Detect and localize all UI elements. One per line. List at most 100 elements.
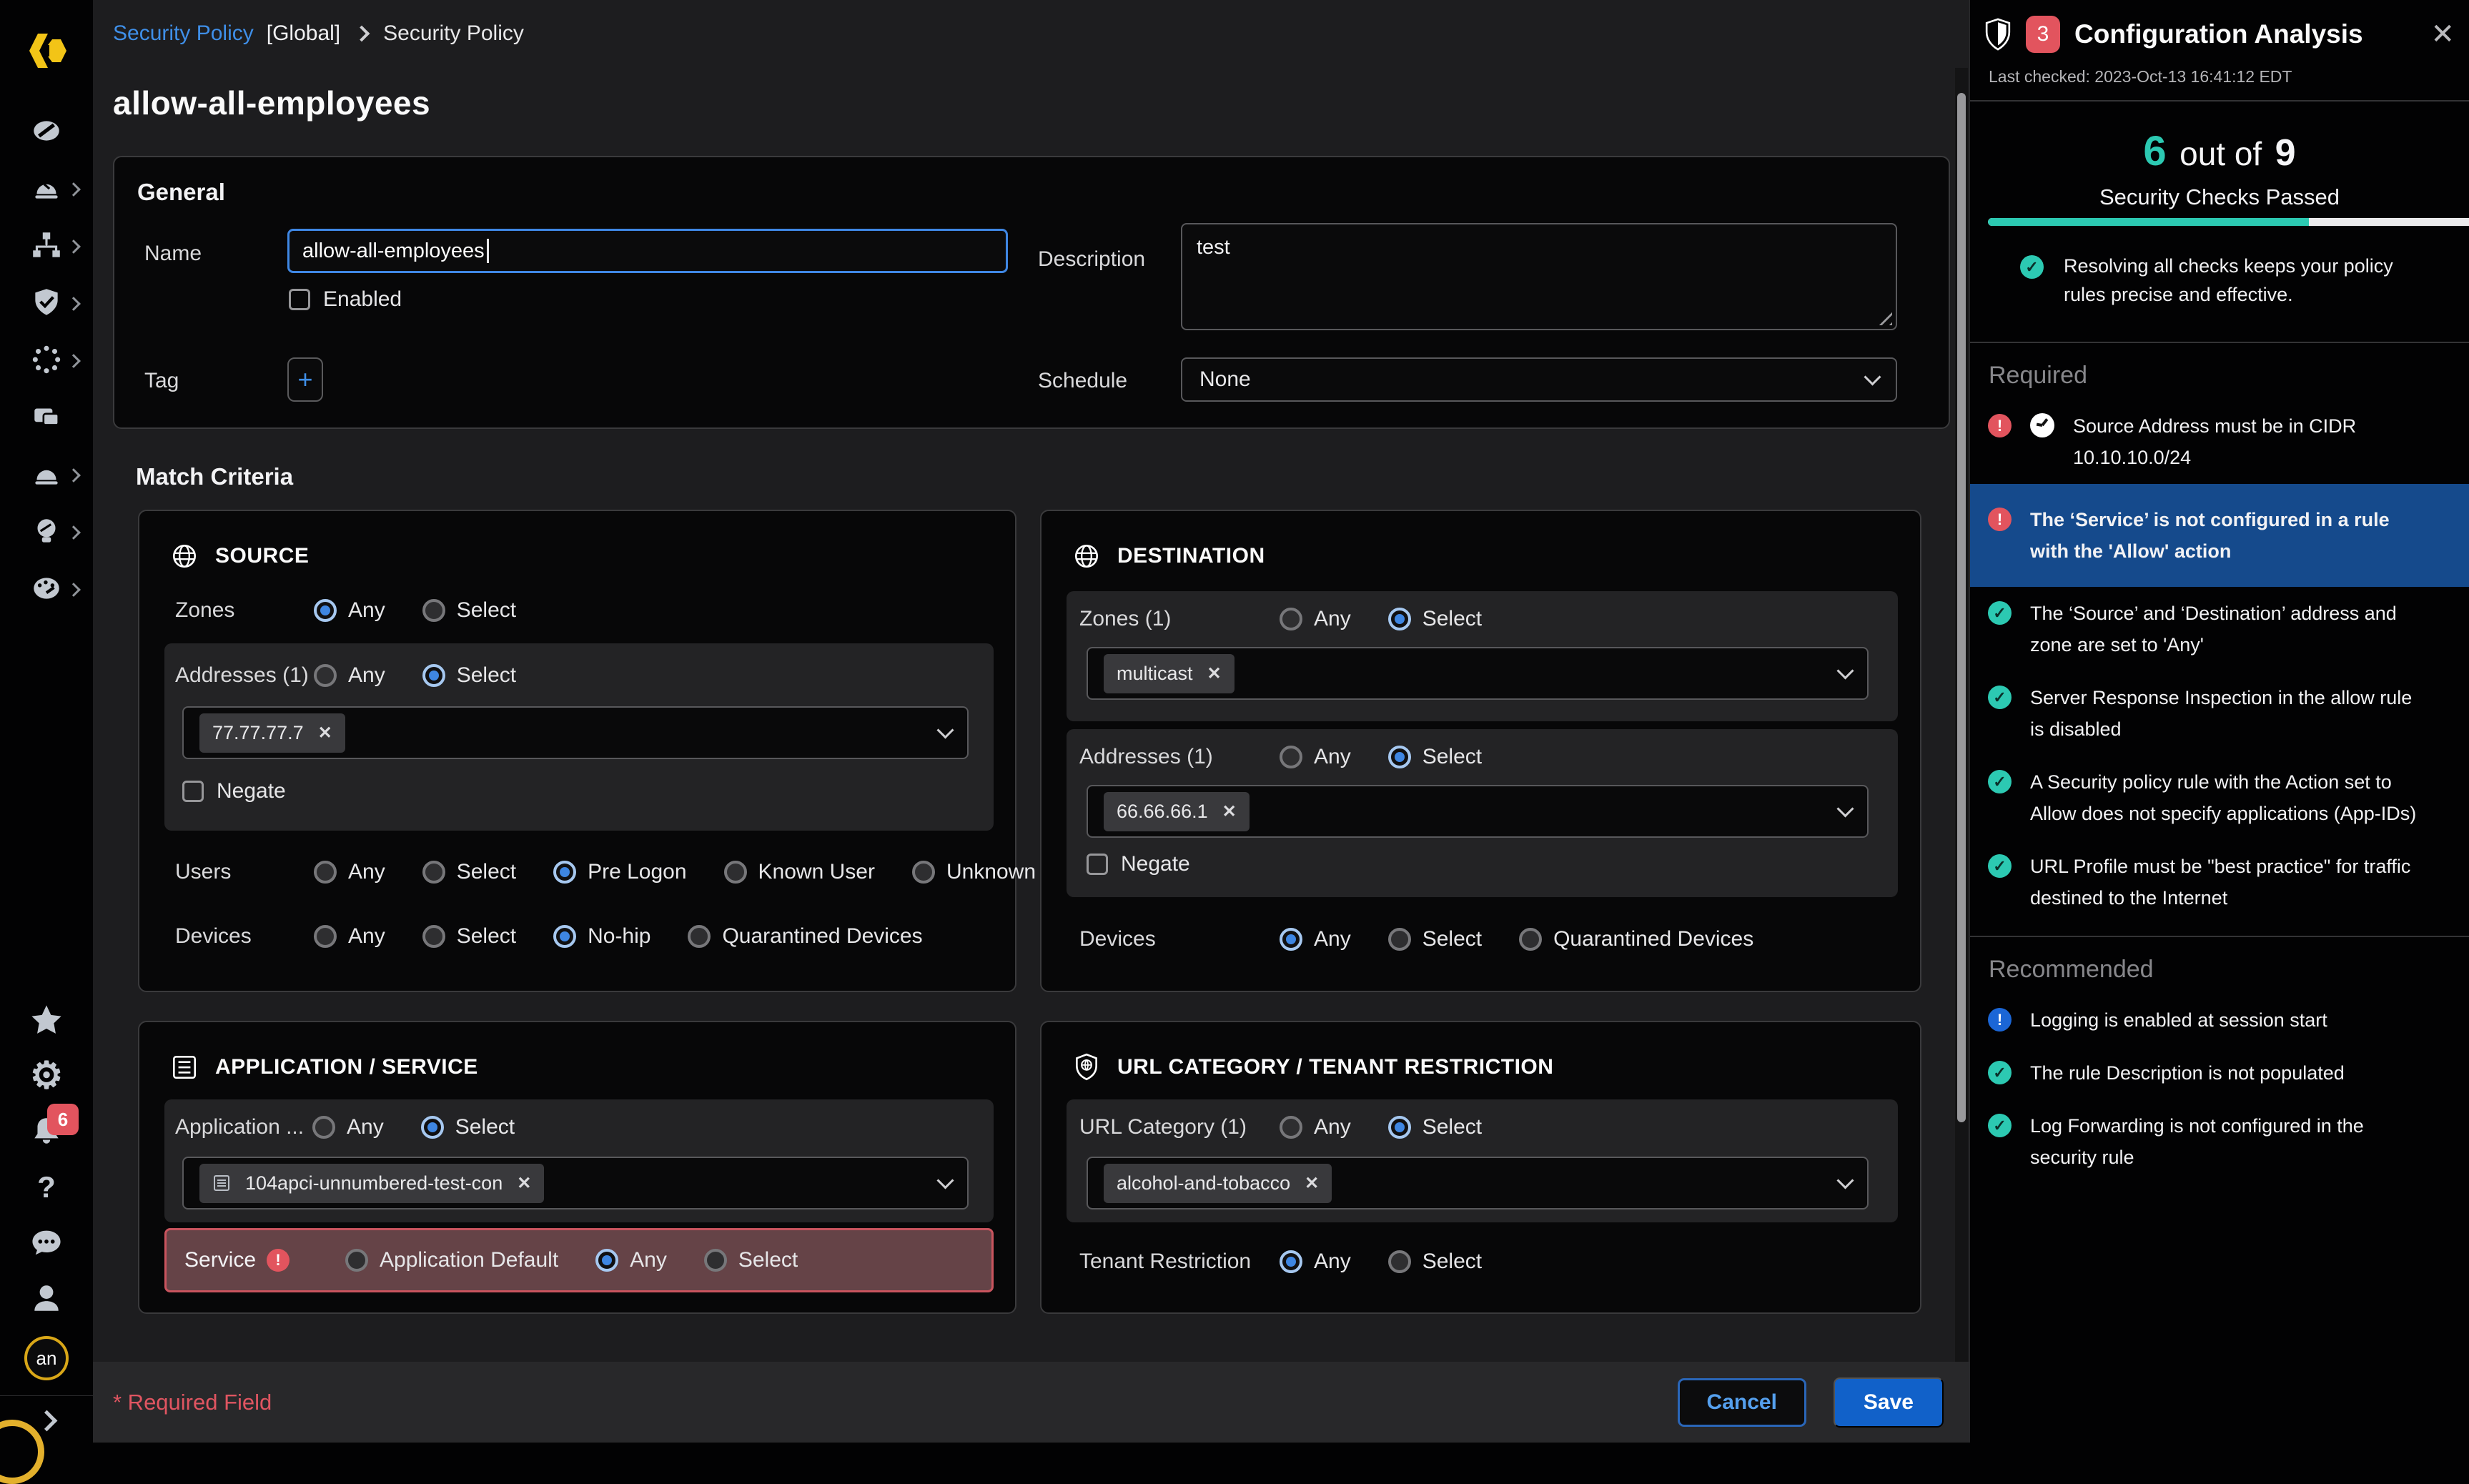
service-option-any[interactable]: Any bbox=[595, 1248, 667, 1272]
check-item-selected[interactable]: The ‘Service’ is not configured in a rul… bbox=[1970, 484, 2469, 587]
zone-chip[interactable]: multicast bbox=[1104, 654, 1234, 693]
destination-addresses-option-select[interactable]: Select bbox=[1388, 745, 1482, 769]
issue-count-badge: 3 bbox=[2026, 16, 2060, 53]
sidebar-item-dashboard[interactable] bbox=[0, 113, 93, 149]
sidebar-item-user[interactable] bbox=[0, 1280, 93, 1318]
status-icon bbox=[1988, 770, 2012, 793]
source-devices-option-quarantined[interactable]: Quarantined Devices bbox=[688, 924, 922, 949]
source-negate-row[interactable]: Negate bbox=[182, 779, 286, 803]
sidebar-item-security[interactable] bbox=[0, 285, 93, 320]
application-chip[interactable]: 104apci-unnumbered-test-con bbox=[199, 1164, 544, 1203]
destination-devices-option-select[interactable]: Select bbox=[1388, 927, 1482, 951]
cancel-button[interactable]: Cancel bbox=[1678, 1378, 1806, 1427]
url-category-combobox[interactable]: alcohol-and-tobacco bbox=[1087, 1157, 1869, 1210]
sidebar-item-chat[interactable] bbox=[0, 1224, 93, 1262]
close-icon[interactable]: ✕ bbox=[2430, 20, 2455, 49]
source-zones-option-any[interactable]: Any bbox=[314, 598, 385, 623]
source-addresses-combobox[interactable]: 77.77.77.7 bbox=[182, 706, 969, 759]
main-scrollbar[interactable] bbox=[1955, 68, 1968, 1362]
check-item[interactable]: Server Response Inspection in the allow … bbox=[1970, 671, 2469, 756]
sidebar-item-network[interactable] bbox=[0, 227, 93, 263]
application-option-select[interactable]: Select bbox=[421, 1115, 515, 1139]
sidebar-item-reports[interactable] bbox=[0, 570, 93, 606]
sidebar-item-favorites[interactable] bbox=[0, 1001, 93, 1039]
sidebar-item-panels[interactable] bbox=[0, 399, 93, 435]
remove-chip-icon[interactable] bbox=[1222, 801, 1237, 822]
check-item[interactable]: Log Forwarding is not configured in the … bbox=[1970, 1099, 2469, 1184]
scrollbar-thumb[interactable] bbox=[1957, 93, 1966, 1122]
sidebar-item-help[interactable]: ? bbox=[0, 1168, 93, 1207]
description-textarea[interactable]: test bbox=[1181, 223, 1897, 330]
application-subpanel: Application ... Any Select 104apci-unnum… bbox=[164, 1099, 994, 1222]
radio-icon bbox=[1280, 608, 1302, 630]
users-label: Users bbox=[175, 860, 314, 884]
check-item[interactable]: Logging is enabled at session start bbox=[1970, 994, 2469, 1047]
tenant-option-any[interactable]: Any bbox=[1280, 1250, 1351, 1274]
destination-zones-option-any[interactable]: Any bbox=[1280, 607, 1351, 631]
remove-chip-icon[interactable] bbox=[517, 1173, 531, 1194]
shield-icon bbox=[1984, 17, 2012, 51]
check-item[interactable]: URL Profile must be "best practice" for … bbox=[1970, 840, 2469, 924]
sidebar-item-notifications[interactable]: 6 bbox=[0, 1112, 93, 1151]
status-icon bbox=[1988, 1114, 2012, 1137]
source-devices-option-any[interactable]: Any bbox=[314, 924, 385, 949]
save-button[interactable]: Save bbox=[1834, 1377, 1944, 1428]
source-users-option-unknown[interactable]: Unknown bbox=[912, 860, 1036, 884]
source-addresses-option-any[interactable]: Any bbox=[314, 663, 385, 688]
negate-checkbox[interactable] bbox=[182, 781, 204, 802]
source-addresses-option-select[interactable]: Select bbox=[422, 663, 516, 688]
sidebar-item-objects[interactable] bbox=[0, 342, 93, 377]
tenant-option-select[interactable]: Select bbox=[1388, 1250, 1482, 1274]
name-input[interactable]: allow-all-employees bbox=[287, 229, 1008, 273]
url-category-option-any[interactable]: Any bbox=[1280, 1115, 1351, 1139]
source-devices-option-no-hip[interactable]: No-hip bbox=[553, 924, 650, 949]
app-logo[interactable] bbox=[0, 26, 93, 76]
source-zones-option-select[interactable]: Select bbox=[422, 598, 516, 623]
check-item[interactable]: The ‘Source’ and ‘Destination’ address a… bbox=[1970, 587, 2469, 671]
sidebar-item-incidents[interactable] bbox=[0, 456, 93, 492]
radio-icon bbox=[345, 1249, 368, 1272]
schedule-select[interactable]: None bbox=[1181, 357, 1897, 402]
check-item[interactable]: The rule Description is not populated bbox=[1970, 1047, 2469, 1099]
address-chip[interactable]: 66.66.66.1 bbox=[1104, 792, 1250, 831]
source-users-option-pre-logon[interactable]: Pre Logon bbox=[553, 860, 686, 884]
general-heading: General bbox=[137, 179, 225, 206]
destination-zones-option-select[interactable]: Select bbox=[1388, 607, 1482, 631]
sidebar-item-alerts[interactable] bbox=[0, 170, 93, 206]
check-item[interactable]: Source Address must be in CIDR 10.10.10.… bbox=[1970, 400, 2469, 484]
source-devices-option-select[interactable]: Select bbox=[422, 924, 516, 949]
service-option-select[interactable]: Select bbox=[704, 1248, 798, 1272]
source-users-option-select[interactable]: Select bbox=[422, 860, 516, 884]
address-chip[interactable]: 77.77.77.7 bbox=[199, 713, 345, 753]
remove-chip-icon[interactable] bbox=[1207, 663, 1222, 684]
url-category-option-select[interactable]: Select bbox=[1388, 1115, 1482, 1139]
url-category-chip[interactable]: alcohol-and-tobacco bbox=[1104, 1164, 1332, 1203]
sidebar-item-settings[interactable]: ⚙ bbox=[0, 1057, 93, 1095]
enabled-label: Enabled bbox=[323, 287, 402, 312]
destination-zones-combobox[interactable]: multicast bbox=[1087, 647, 1869, 700]
source-users-option-known-user[interactable]: Known User bbox=[724, 860, 875, 884]
destination-negate-row[interactable]: Negate bbox=[1087, 852, 1190, 876]
source-users-option-any[interactable]: Any bbox=[314, 860, 385, 884]
destination-devices-option-any[interactable]: Any bbox=[1280, 927, 1351, 951]
destination-addresses-option-any[interactable]: Any bbox=[1280, 745, 1351, 769]
radio-icon bbox=[314, 599, 337, 622]
chevron-down-icon bbox=[1836, 1172, 1854, 1189]
sidebar-item-insights[interactable] bbox=[0, 513, 93, 549]
check-item[interactable]: A Security policy rule with the Action s… bbox=[1970, 756, 2469, 840]
breadcrumb-link[interactable]: Security Policy bbox=[113, 21, 254, 46]
destination-devices-option-quarantined[interactable]: Quarantined Devices bbox=[1519, 927, 1753, 951]
remove-chip-icon[interactable] bbox=[1305, 1173, 1319, 1194]
add-tag-button[interactable]: + bbox=[287, 357, 323, 402]
service-option-app-default[interactable]: Application Default bbox=[345, 1248, 558, 1272]
application-combobox[interactable]: 104apci-unnumbered-test-con bbox=[182, 1157, 969, 1210]
destination-addresses-combobox[interactable]: 66.66.66.1 bbox=[1087, 785, 1869, 838]
enabled-checkbox[interactable] bbox=[289, 289, 310, 310]
chevron-right-icon bbox=[354, 26, 370, 42]
user-avatar[interactable]: an bbox=[0, 1337, 93, 1380]
enabled-checkbox-row[interactable]: Enabled bbox=[289, 287, 402, 312]
remove-chip-icon[interactable] bbox=[318, 723, 332, 743]
negate-checkbox[interactable] bbox=[1087, 854, 1108, 875]
error-icon bbox=[267, 1249, 290, 1272]
application-option-any[interactable]: Any bbox=[312, 1115, 384, 1139]
